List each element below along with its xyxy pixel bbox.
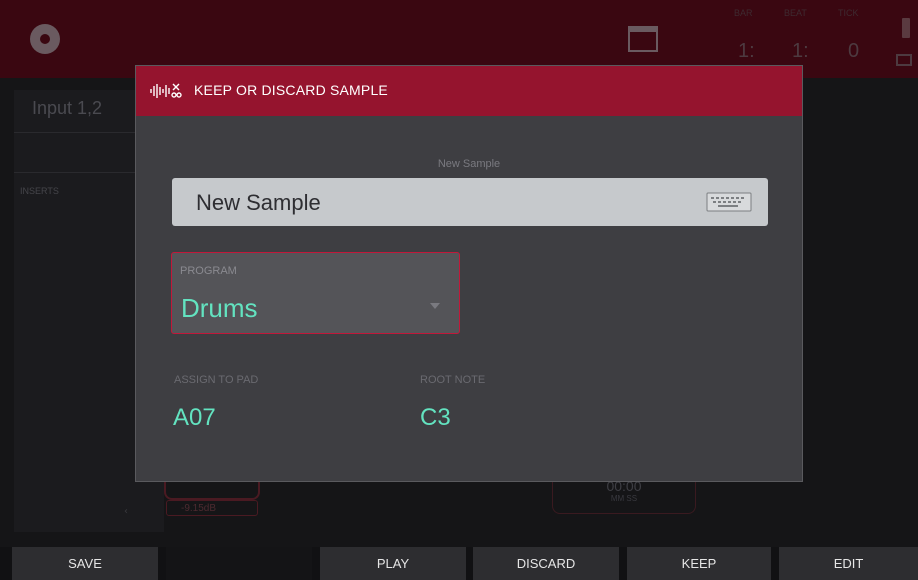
root-note-caption: ROOT NOTE: [420, 374, 486, 386]
battery-icon: [902, 18, 910, 38]
app-screen: BAR BEAT TICK 1: 1: 0 Input 1,2 INSERTS …: [0, 0, 918, 580]
chevron-left-icon: ‹: [124, 506, 128, 517]
sample-waveform-scissors-icon: [150, 83, 182, 98]
tick-counter: 0: [848, 40, 860, 62]
assign-to-pad-caption: ASSIGN TO PAD: [174, 374, 259, 386]
bar-counter: 1:: [738, 40, 755, 62]
program-selector[interactable]: PROGRAM Drums: [171, 252, 460, 334]
input-name: Input 1,2: [32, 98, 103, 118]
time-units: MM SS: [610, 494, 638, 503]
sample-name-caption: New Sample: [437, 158, 501, 170]
beat-caption: BEAT: [784, 8, 807, 18]
inserts-label: INSERTS: [20, 186, 59, 196]
empty-function-slot: [166, 547, 312, 580]
track-list-icon[interactable]: [628, 26, 658, 52]
root-note-value[interactable]: C3: [420, 404, 451, 432]
chevron-down-icon: [430, 303, 440, 309]
program-value: Drums: [181, 293, 258, 323]
sample-name-value: New Sample: [196, 190, 321, 215]
assign-to-pad-value[interactable]: A07: [173, 404, 216, 432]
keep-or-discard-dialog: KEEP OR DISCARD SAMPLE New Sample New Sa…: [135, 65, 803, 482]
level-readout: -9.15dB: [166, 500, 258, 516]
discard-button[interactable]: DISCARD: [473, 547, 619, 580]
bar-caption: BAR: [734, 8, 753, 18]
keep-button[interactable]: KEEP: [627, 547, 771, 580]
sample-name-field[interactable]: New Sample: [172, 178, 768, 226]
program-caption: PROGRAM: [180, 265, 237, 277]
tick-caption: TICK: [838, 8, 859, 18]
save-button[interactable]: SAVE: [12, 547, 158, 580]
beat-counter: 1:: [792, 40, 809, 62]
menu-disc-icon[interactable]: [30, 24, 60, 54]
play-button[interactable]: PLAY: [320, 547, 466, 580]
dialog-title: KEEP OR DISCARD SAMPLE: [194, 82, 388, 98]
monitor-icon: [896, 54, 912, 66]
keyboard-icon[interactable]: [706, 192, 752, 212]
dialog-header: KEEP OR DISCARD SAMPLE: [136, 66, 802, 116]
edit-button[interactable]: EDIT: [779, 547, 918, 580]
